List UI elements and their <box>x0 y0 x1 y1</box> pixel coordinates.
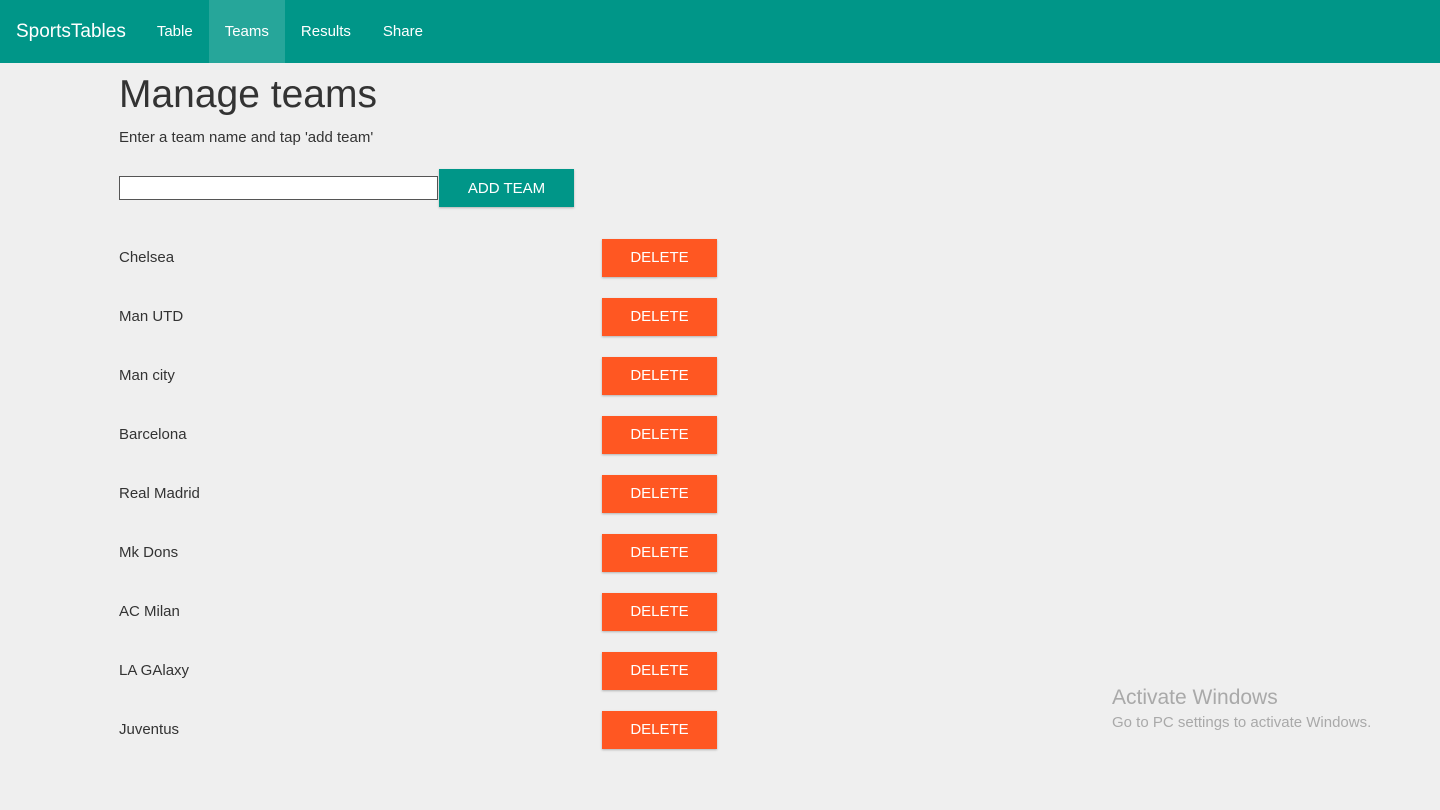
nav-tab-share[interactable]: Share <box>367 0 439 63</box>
team-list: Chelsea DELETE Man UTD DELETE Man city D… <box>119 228 819 759</box>
nav-tab-results[interactable]: Results <box>285 0 367 63</box>
team-name: AC Milan <box>119 603 180 620</box>
team-row: Man city DELETE <box>119 346 819 405</box>
delete-team-button[interactable]: DELETE <box>602 533 717 572</box>
team-row: Mk Dons DELETE <box>119 523 819 582</box>
delete-team-button[interactable]: DELETE <box>602 238 717 277</box>
delete-team-button[interactable]: DELETE <box>602 651 717 690</box>
team-row: Real Madrid DELETE <box>119 464 819 523</box>
team-name: Barcelona <box>119 426 187 443</box>
nav-tab-teams[interactable]: Teams <box>208 0 285 63</box>
add-team-button[interactable]: ADD TEAM <box>439 169 574 207</box>
team-name: Mk Dons <box>119 544 179 561</box>
team-name: LA GAlaxy <box>119 662 190 679</box>
team-name: Man UTD <box>119 308 184 325</box>
delete-team-button[interactable]: DELETE <box>602 356 717 395</box>
team-row: Chelsea DELETE <box>119 228 819 287</box>
page-title: Manage teams <box>119 73 377 116</box>
team-name: Chelsea <box>119 249 175 266</box>
team-row: AC Milan DELETE <box>119 582 819 641</box>
activate-windows-watermark: Activate Windows Go to PC settings to ac… <box>1112 686 1371 731</box>
team-row: Man UTD DELETE <box>119 287 819 346</box>
watermark-title: Activate Windows <box>1112 686 1278 709</box>
nav-tab-table[interactable]: Table <box>141 0 209 63</box>
add-team-row: ADD TEAM <box>119 169 819 207</box>
top-navbar: SportsTables Table Teams Results Share <box>0 0 1440 63</box>
instruction-text: Enter a team name and tap 'add team' <box>119 129 374 146</box>
team-row: LA GAlaxy DELETE <box>119 641 819 700</box>
main-content: Manage teams Enter a team name and tap '… <box>119 63 819 759</box>
app-brand[interactable]: SportsTables <box>0 0 141 63</box>
team-name: Juventus <box>119 721 180 738</box>
team-name-input[interactable] <box>119 176 438 200</box>
delete-team-button[interactable]: DELETE <box>602 474 717 513</box>
team-name: Real Madrid <box>119 485 200 502</box>
team-row: Juventus DELETE <box>119 700 819 759</box>
team-row: Barcelona DELETE <box>119 405 819 464</box>
delete-team-button[interactable]: DELETE <box>602 297 717 336</box>
watermark-subtitle: Go to PC settings to activate Windows. <box>1112 714 1372 731</box>
delete-team-button[interactable]: DELETE <box>602 592 717 631</box>
delete-team-button[interactable]: DELETE <box>602 415 717 454</box>
team-name: Man city <box>119 367 175 384</box>
delete-team-button[interactable]: DELETE <box>602 710 717 749</box>
